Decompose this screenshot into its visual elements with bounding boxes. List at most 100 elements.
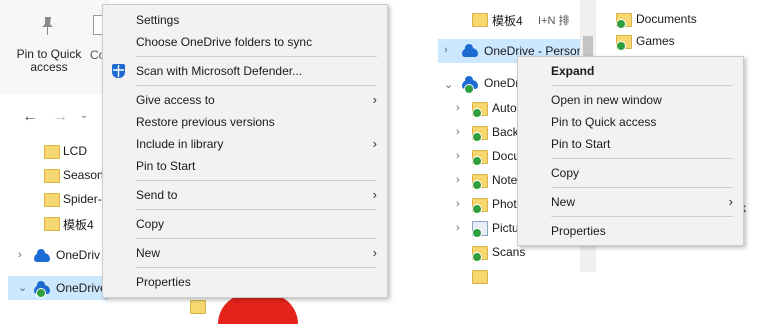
tree-item-label: Scans (492, 245, 526, 259)
right-context-menu: Expand Open in new window Pin to Quick a… (517, 56, 744, 246)
red-shape (218, 294, 298, 324)
sync-check-icon (472, 180, 482, 190)
defender-shield-icon (112, 64, 125, 78)
file-list-item[interactable]: Documents (636, 12, 697, 26)
tree-item-label: Season (63, 168, 104, 182)
left-context-menu: Settings Choose OneDrive folders to sync… (102, 4, 388, 298)
menu-separator (136, 209, 377, 210)
sync-check-icon (472, 156, 482, 166)
menu-separator (551, 187, 733, 188)
chevron-right-icon[interactable]: › (18, 249, 22, 261)
folder-icon (44, 145, 60, 159)
sync-check-icon (472, 108, 482, 118)
menu-item-label: New (551, 195, 576, 209)
menu-item-label: New (136, 246, 161, 260)
menu-item-scan-defender[interactable]: Scan with Microsoft Defender... (103, 61, 387, 81)
tree-item-label: Note (492, 173, 518, 187)
folder-icon (190, 300, 206, 314)
tree-item-label[interactable]: 模板4 (492, 12, 523, 29)
menu-separator (551, 216, 733, 217)
chevron-right-icon[interactable]: › (456, 150, 460, 162)
menu-item-include-library[interactable]: Include in library › (103, 134, 387, 154)
folder-icon (44, 217, 60, 231)
folder-icon (472, 270, 488, 284)
menu-separator (136, 56, 377, 57)
pin-icon (36, 14, 60, 38)
menu-item-pin-quick-access[interactable]: Pin to Quick access (518, 112, 743, 132)
menu-item-label: Open in new window (551, 93, 662, 107)
menu-item-label: Restore previous versions (136, 115, 275, 129)
menu-item-pin-to-start[interactable]: Pin to Start (518, 134, 743, 154)
chevron-right-icon[interactable]: › (456, 126, 460, 138)
tree-item-label: OneDriv (56, 248, 101, 262)
menu-item-label: Pin to Quick access (551, 115, 657, 129)
menu-item-label: Send to (136, 188, 178, 202)
chevron-right-icon[interactable]: › (456, 102, 460, 114)
file-list-item[interactable]: Games (636, 34, 675, 48)
tree-item-label: Pictu (492, 221, 519, 235)
menu-item-send-to[interactable]: Send to › (103, 185, 387, 205)
folder-icon (44, 169, 60, 183)
menu-item-label: Properties (136, 275, 191, 289)
menu-item-expand[interactable]: Expand (518, 61, 743, 81)
sync-check-icon (472, 204, 482, 214)
onedrive-cloud-icon (462, 44, 478, 57)
menu-item-pin-to-start[interactable]: Pin to Start (103, 156, 387, 176)
menu-separator (136, 85, 377, 86)
menu-item-choose-folders[interactable]: Choose OneDrive folders to sync (103, 32, 387, 52)
menu-item-label: Pin to Start (551, 137, 611, 151)
sync-check-icon (472, 132, 482, 142)
pin-to-quick-access-button[interactable]: Pin to Quick access (14, 48, 84, 74)
sync-check-icon (472, 252, 482, 262)
menu-item-label: Copy (551, 166, 580, 180)
tree-item-label: Back (492, 125, 519, 139)
menu-separator (136, 267, 377, 268)
tree-item-suffix: I+N 排 (538, 15, 570, 27)
menu-item-settings[interactable]: Settings (103, 10, 387, 30)
menu-item-properties[interactable]: Properties (103, 272, 387, 292)
submenu-arrow-icon: › (372, 92, 377, 107)
sync-check-icon (36, 288, 46, 298)
menu-item-give-access[interactable]: Give access to › (103, 90, 387, 110)
menu-item-copy[interactable]: Copy (518, 163, 743, 183)
chevron-down-icon[interactable]: ⌄ (18, 281, 27, 294)
history-chevron-icon[interactable]: ⌄ (80, 110, 88, 121)
chevron-right-icon[interactable]: › (456, 222, 460, 234)
tree-item-label: OneDrive (56, 281, 107, 295)
menu-item-label: Expand (551, 64, 595, 78)
chevron-right-icon[interactable]: › (456, 198, 460, 210)
menu-item-label: Copy (136, 217, 165, 231)
tree-item-label: LCD (63, 144, 88, 158)
chevron-right-icon[interactable]: › (444, 44, 448, 56)
menu-item-restore-versions[interactable]: Restore previous versions (103, 112, 387, 132)
onedrive-cloud-icon (34, 249, 50, 262)
chevron-right-icon[interactable]: › (456, 174, 460, 186)
menu-separator (551, 158, 733, 159)
folder-icon (472, 13, 488, 27)
submenu-arrow-icon: › (728, 194, 733, 209)
menu-item-properties[interactable]: Properties (518, 221, 743, 241)
sync-check-icon (472, 228, 482, 238)
forward-arrow-icon[interactable]: → (52, 108, 68, 126)
sync-check-icon (616, 19, 626, 29)
tree-item-label: Spider- (63, 192, 102, 206)
tree-item-label: Auto (492, 101, 517, 115)
submenu-arrow-icon: › (372, 136, 377, 151)
folder-icon (44, 193, 60, 207)
submenu-arrow-icon: › (372, 245, 377, 260)
menu-item-label: Settings (136, 13, 180, 27)
tree-item-label: Phot (492, 197, 517, 211)
submenu-arrow-icon: › (372, 187, 377, 202)
back-arrow-icon[interactable]: ← (22, 108, 38, 126)
chevron-down-icon[interactable]: ⌄ (444, 78, 453, 91)
menu-separator (551, 85, 733, 86)
menu-item-copy[interactable]: Copy (103, 214, 387, 234)
menu-item-label: Properties (551, 224, 606, 238)
menu-item-new[interactable]: New › (518, 192, 743, 212)
menu-item-label: Include in library (136, 137, 224, 151)
menu-item-new[interactable]: New › (103, 243, 387, 263)
menu-separator (136, 238, 377, 239)
menu-item-open-new-window[interactable]: Open in new window (518, 90, 743, 110)
menu-item-label: Give access to (136, 93, 215, 107)
tree-item-label: 模板4 (63, 218, 94, 232)
